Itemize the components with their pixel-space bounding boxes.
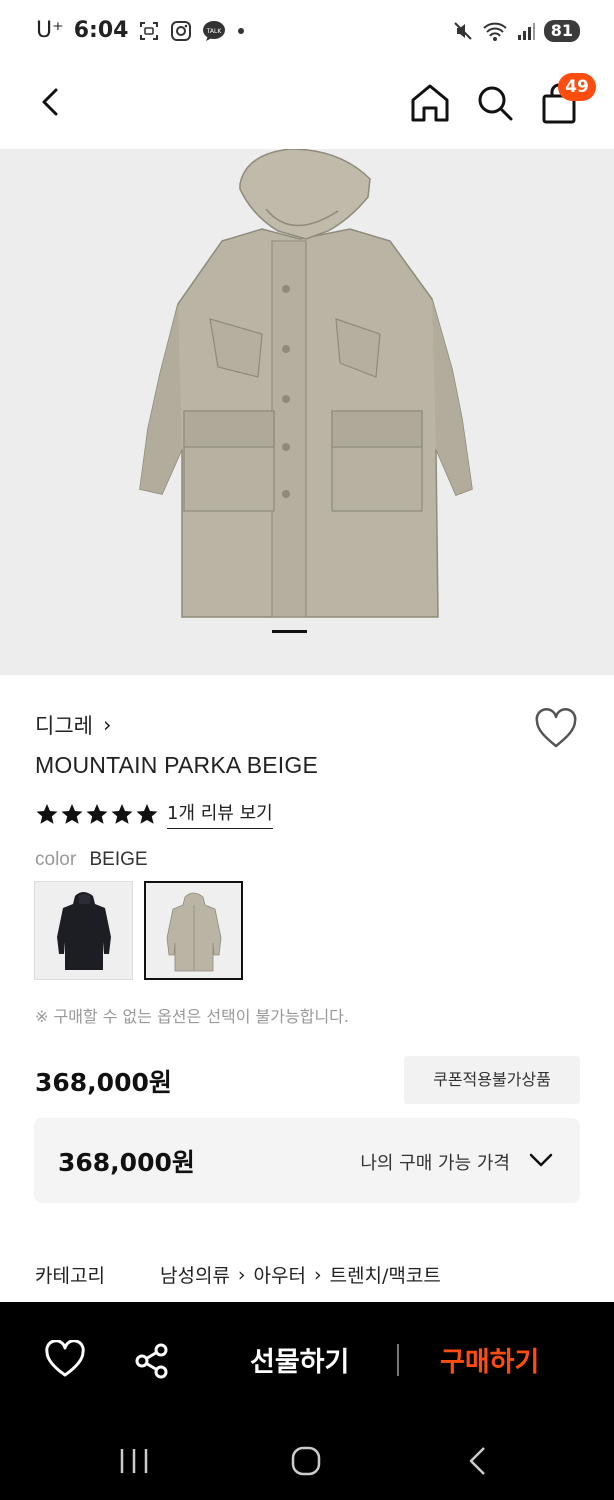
chevron-left-icon	[42, 88, 58, 116]
talk-icon: TALK	[202, 20, 226, 42]
wishlist-button[interactable]	[534, 708, 578, 750]
share-button[interactable]	[133, 1341, 171, 1381]
category-label: 카테고리	[35, 1265, 105, 1287]
review-link[interactable]: 1개 리뷰 보기	[167, 799, 273, 829]
home-button[interactable]	[406, 80, 454, 126]
system-back-button[interactable]	[466, 1445, 490, 1477]
color-row: color BEIGE	[35, 849, 148, 871]
color-value: BEIGE	[89, 849, 148, 870]
product-image	[0, 149, 614, 675]
svg-text:TALK: TALK	[206, 28, 223, 35]
black-parka-thumbnail	[35, 882, 132, 979]
cart-count-badge: 49	[558, 73, 596, 101]
signal-icon	[516, 21, 536, 41]
heart-icon	[535, 708, 577, 748]
price: 368,000원	[35, 1068, 172, 1097]
star-icon	[86, 804, 108, 824]
brand-link[interactable]: 디그레 ›	[35, 710, 111, 740]
back-button[interactable]	[32, 82, 72, 122]
instagram-icon	[170, 20, 192, 42]
screenshot-icon	[138, 20, 160, 42]
buy-button[interactable]: 구매하기	[440, 1340, 539, 1379]
search-button[interactable]	[472, 80, 518, 126]
swatch-black[interactable]	[34, 881, 133, 980]
recent-apps-icon	[120, 1449, 148, 1473]
star-icon	[111, 804, 133, 824]
gift-button[interactable]: 선물하기	[250, 1340, 349, 1379]
bottom-wishlist-button[interactable]	[44, 1339, 86, 1380]
carousel-indicator	[272, 630, 307, 633]
brand-name: 디그레	[35, 714, 93, 738]
category-separator: ›	[237, 1263, 246, 1286]
brand-chevron: ›	[102, 713, 112, 737]
search-icon	[478, 86, 513, 121]
top-navigation: 49	[0, 64, 614, 148]
option-notice: ※ 구매할 수 없는 옵션은 선택이 불가능합니다.	[35, 1007, 349, 1026]
chevron-down-icon	[529, 1153, 553, 1167]
share-icon	[135, 1343, 168, 1379]
product-name: MOUNTAIN PARKA BEIGE	[35, 752, 319, 778]
category-breadcrumb: 남성의류 › 아우터 › 트렌치/맥코트	[160, 1261, 441, 1288]
system-home-button[interactable]	[290, 1445, 322, 1477]
color-label: color	[35, 849, 77, 870]
carrier-label: U⁺	[36, 18, 64, 43]
star-icon	[61, 804, 83, 824]
home-circle-icon	[291, 1446, 321, 1476]
heart-icon	[45, 1339, 85, 1377]
recent-apps-button[interactable]	[118, 1446, 150, 1476]
back-arrow-icon	[469, 1447, 485, 1475]
coupon-badge: 쿠폰적용불가상품	[404, 1056, 580, 1104]
divider	[397, 1344, 399, 1376]
system-navigation-bar	[0, 1440, 614, 1500]
bottom-action-bar: 선물하기 구매하기	[0, 1302, 614, 1500]
beige-parka-thumbnail	[146, 883, 241, 978]
star-rating	[35, 802, 159, 826]
category-level-1[interactable]: 남성의류	[160, 1261, 230, 1288]
star-icon	[136, 804, 158, 824]
mute-icon	[452, 20, 474, 42]
battery-level: 81	[543, 20, 580, 42]
star-icon	[36, 804, 58, 824]
status-bar: U⁺ 6:04 TALK 81	[0, 0, 614, 64]
category-separator: ›	[313, 1263, 322, 1286]
product-image-carousel[interactable]	[0, 149, 614, 675]
clock: 6:04	[73, 18, 129, 43]
my-price-label: 나의 구매 가능 가격	[360, 1153, 510, 1174]
home-icon	[411, 84, 449, 122]
rating-row: 1개 리뷰 보기	[35, 799, 273, 829]
notification-dot-icon	[236, 26, 246, 36]
swatch-beige[interactable]	[144, 881, 243, 980]
category-level-2[interactable]: 아우터	[254, 1261, 306, 1288]
my-price-value: 368,000원	[58, 1148, 195, 1177]
category-level-3[interactable]: 트렌치/맥코트	[330, 1261, 441, 1288]
my-price-dropdown[interactable]: 368,000원 나의 구매 가능 가격	[34, 1118, 580, 1203]
wifi-icon	[482, 20, 508, 42]
color-swatches	[34, 881, 243, 980]
